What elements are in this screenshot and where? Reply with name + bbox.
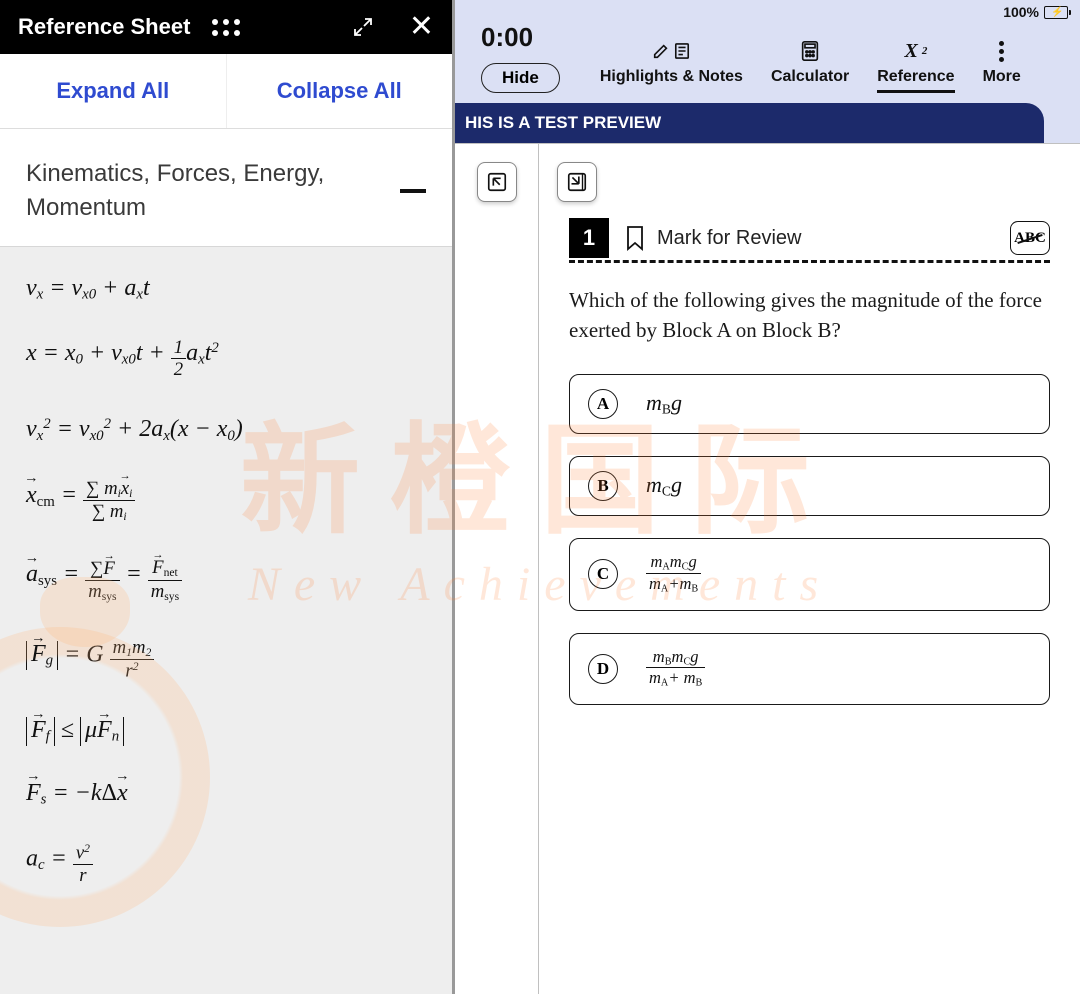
tool-reference[interactable]: X2 Reference [877,40,954,93]
status-bar: 100% ⚡ [1003,4,1068,20]
tool-label: Calculator [771,68,849,93]
pen-icon [652,40,690,62]
tool-highlights-notes[interactable]: Highlights & Notes [600,40,743,93]
choice-letter: C [588,559,618,589]
choice-c[interactable]: C mAmCgmA+mB [569,538,1050,611]
formula-list: vx = vx0 + axt x = x0 + vx0t + 12axt2 vx… [0,247,452,994]
formula-4: xcm = ∑ mixi∑ mi [26,479,426,524]
drag-handle-icon[interactable] [212,19,240,36]
tool-label: Reference [877,68,954,93]
expand-pane-right-button[interactable] [557,162,597,202]
formula-2: x = x0 + vx0t + 12axt2 [26,338,426,382]
close-icon[interactable]: ✕ [409,12,434,42]
mark-for-review-label[interactable]: Mark for Review [657,227,801,250]
maximize-icon[interactable] [351,15,375,39]
timer: 0:00 [481,22,533,53]
formula-3: vx2 = vx02 + 2ax(x − x0) [26,416,426,445]
reference-title: Reference Sheet [18,14,190,40]
reference-sheet-panel: Reference Sheet ✕ Expand All Collapse Al… [0,0,455,994]
choice-body: mBg [646,390,682,417]
expand-all-button[interactable]: Expand All [0,54,227,128]
battery-icon: ⚡ [1044,6,1068,19]
bookmark-icon[interactable] [625,225,645,251]
tool-calculator[interactable]: Calculator [771,40,849,93]
collapse-all-button[interactable]: Collapse All [227,54,453,128]
expand-pane-left-button[interactable] [477,162,517,202]
choice-body: mBmCgmA+ mB [646,648,705,691]
more-icon [999,40,1004,62]
section-title: Kinematics, Forces, Energy, Momentum [26,157,366,224]
section-header[interactable]: Kinematics, Forces, Energy, Momentum [0,129,452,247]
expand-collapse-bar: Expand All Collapse All [0,54,452,129]
tool-label: Highlights & Notes [600,68,743,93]
strike-abc-toggle[interactable]: ABC [1010,221,1050,255]
question-header: 1 Mark for Review ABC [569,218,1050,263]
watermark-leaf [40,577,130,647]
content-area: 1 Mark for Review ABC Which of the follo… [455,143,1080,994]
choice-a[interactable]: A mBg [569,374,1050,434]
hide-button[interactable]: Hide [481,63,560,93]
question-pane: 1 Mark for Review ABC Which of the follo… [539,144,1080,994]
formula-1: vx = vx0 + axt [26,275,426,304]
choice-b[interactable]: B mCg [569,456,1050,516]
tool-label: More [983,68,1021,93]
question-text: Which of the following gives the magnitu… [569,285,1050,346]
question-number: 1 [569,218,609,258]
toolbar: 0:00 Hide Highlights & Notes Calculator [455,0,1080,103]
choice-letter: A [588,389,618,419]
choice-letter: D [588,654,618,684]
reference-header: Reference Sheet ✕ [0,0,452,54]
preview-banner: HIS IS A TEST PREVIEW [455,103,1044,143]
left-gutter [455,144,539,994]
choice-letter: B [588,471,618,501]
choice-d[interactable]: D mBmCgmA+ mB [569,633,1050,706]
exam-panel: 100% ⚡ 0:00 Hide Highlights & Notes [455,0,1080,994]
choice-body: mAmCgmA+mB [646,553,701,596]
collapse-icon[interactable] [400,189,426,193]
battery-percent: 100% [1003,4,1039,20]
calculator-icon [800,40,820,62]
choice-body: mCg [646,472,682,499]
x-squared-icon: X2 [904,40,927,62]
tool-more[interactable]: More [983,40,1021,93]
